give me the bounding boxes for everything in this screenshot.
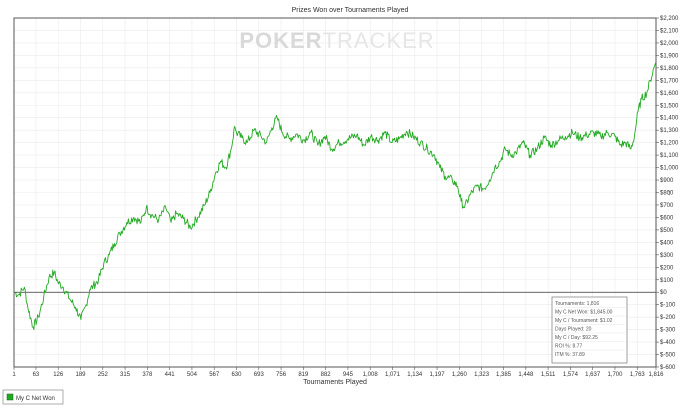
chart-title: Prizes Won over Tournaments Played: [292, 7, 409, 14]
y-tick-label: $-300: [660, 328, 676, 334]
y-tick-label: $-200: [660, 315, 676, 321]
x-tick-label: 252: [98, 372, 109, 378]
y-tick-label: $1,100: [660, 153, 679, 159]
legend-swatch: [6, 393, 14, 401]
x-tick-label: 1,323: [474, 372, 490, 378]
y-tick-label: $2,100: [660, 28, 679, 34]
x-tick-label: 441: [165, 372, 176, 378]
watermark: POKERTRACKER: [239, 28, 434, 53]
y-tick-label: $1,300: [660, 128, 679, 134]
stats-line: My C / Day: $92.25: [555, 335, 598, 341]
chart: POKERTRACKER Prizes Won over Tournaments…: [0, 0, 700, 408]
x-tick-label: 189: [75, 372, 86, 378]
stats-line: My C / Tournament: $1.02: [555, 318, 613, 324]
y-tick-label: $600: [660, 215, 674, 221]
x-tick-label: 693: [254, 372, 265, 378]
x-tick-label: 1,763: [630, 372, 646, 378]
y-tick-label: $0: [660, 290, 667, 296]
x-tick-label: 1,008: [363, 372, 379, 378]
chart-canvas: POKERTRACKER Prizes Won over Tournaments…: [0, 0, 700, 408]
y-tick-label: $1,600: [660, 91, 679, 97]
y-tick-label: $1,500: [660, 103, 679, 109]
y-tick-label: $900: [660, 178, 674, 184]
x-tick-label: 1,197: [430, 372, 446, 378]
y-tick-label: $2,200: [660, 16, 679, 22]
x-tick-label: 1,700: [607, 372, 623, 378]
x-tick-label: 315: [120, 372, 131, 378]
y-tick-label: $-500: [660, 353, 676, 359]
y-tick-label: $200: [660, 265, 674, 271]
watermark-part1: POKER: [239, 28, 322, 53]
x-tick-label: 1,071: [385, 372, 401, 378]
x-tick-label: 1,448: [518, 372, 534, 378]
x-tick-label: 504: [187, 372, 198, 378]
x-tick-label: 1,637: [585, 372, 601, 378]
x-tick-label: 945: [343, 372, 354, 378]
y-tick-label: $-400: [660, 340, 676, 346]
y-tick-label: $1,400: [660, 116, 679, 122]
y-tick-label: $1,700: [660, 78, 679, 84]
stats-line: ROI %: 8.77: [555, 344, 582, 350]
y-tick-label: $1,900: [660, 53, 679, 59]
x-tick-label: 756: [276, 372, 287, 378]
x-tick-label: 1,134: [407, 372, 423, 378]
y-tick-label: $300: [660, 253, 674, 259]
x-tick-label: 1,574: [563, 372, 579, 378]
x-axis-label: Tournaments Played: [303, 379, 367, 386]
watermark-part2: TRACKER: [323, 28, 435, 53]
x-tick-label: 1,511: [541, 372, 556, 378]
legend[interactable]: My C Net Won: [2, 389, 64, 405]
x-tick-label: 63: [33, 372, 40, 378]
x-tick-label: 378: [142, 372, 153, 378]
x-tick-label: 1,260: [452, 372, 468, 378]
stats-line: Days Played: 20: [555, 327, 592, 333]
stats-line: Tournaments: 1,816: [555, 301, 599, 307]
stats-line: ITM %: 37.89: [555, 352, 585, 358]
y-tick-label: $1,000: [660, 166, 679, 172]
stats-box: Tournaments: 1,816 My C Net Won: $1,845.0…: [551, 296, 628, 364]
stats-line: My C Net Won: $1,845.00: [555, 310, 613, 316]
y-tick-label: $2,000: [660, 41, 679, 47]
y-tick-label: $-100: [660, 303, 676, 309]
y-axis-arrow-icon: ↕: [667, 188, 671, 197]
y-tick-label: $400: [660, 240, 674, 246]
x-tick-label: 882: [321, 372, 332, 378]
x-tick-label: 630: [231, 372, 242, 378]
y-tick-label: $700: [660, 203, 674, 209]
legend-entry: My C Net Won: [16, 396, 55, 402]
y-tick-label: $100: [660, 278, 674, 284]
y-tick-label: $1,200: [660, 141, 679, 147]
y-tick-label: $1,800: [660, 66, 679, 72]
x-tick-label: 567: [209, 372, 220, 378]
y-tick-label: $500: [660, 228, 674, 234]
x-tick-label: 1,816: [648, 372, 664, 378]
x-tick-label: 819: [298, 372, 309, 378]
y-tick-label: $-600: [660, 365, 676, 371]
x-tick-label: 1,385: [496, 372, 512, 378]
x-tick-label: 126: [53, 372, 64, 378]
